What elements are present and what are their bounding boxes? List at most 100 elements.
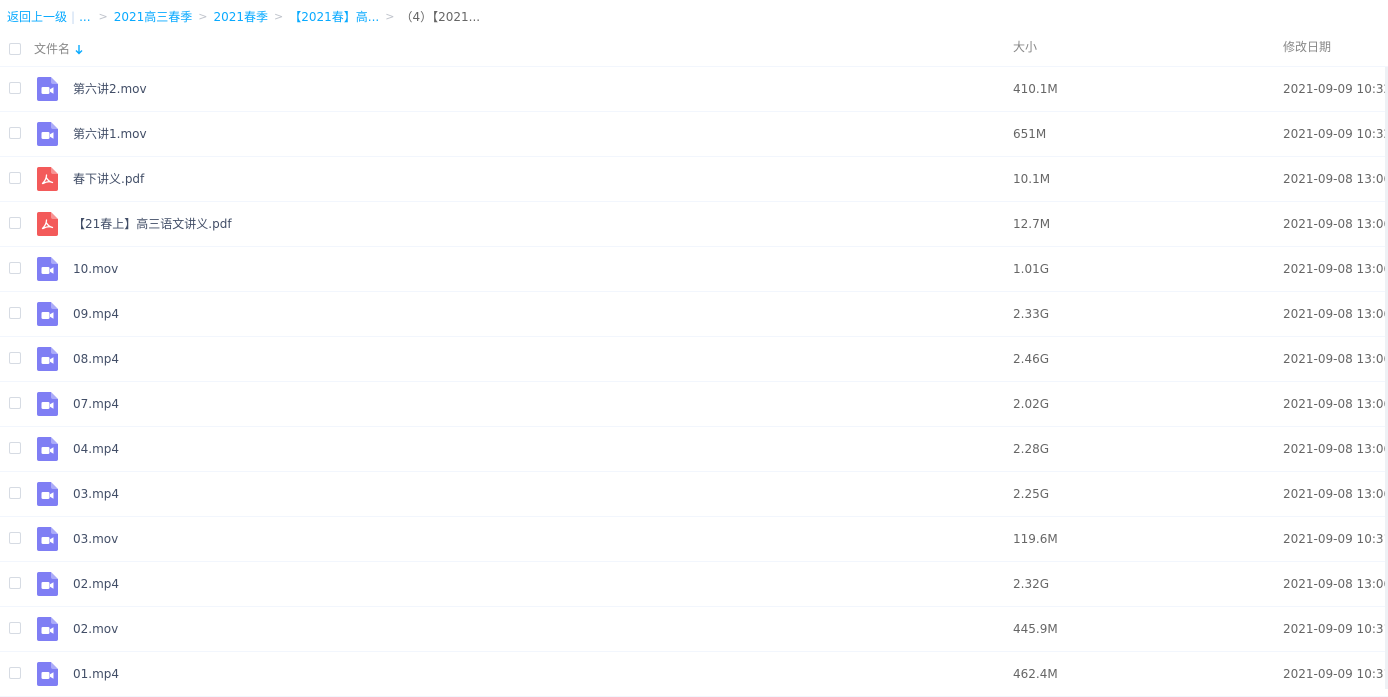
video-file-icon xyxy=(37,347,58,371)
row-checkbox[interactable] xyxy=(9,397,21,409)
row-checkbox[interactable] xyxy=(9,127,21,139)
file-name[interactable]: 第六讲2.mov xyxy=(73,67,147,111)
file-row[interactable]: 02.mov 445.9M 2021-09-09 10:31 xyxy=(0,607,1388,652)
file-name[interactable]: 07.mp4 xyxy=(73,382,119,426)
file-row[interactable]: 01.mp4 462.4M 2021-09-09 10:31 xyxy=(0,652,1388,697)
row-checkbox[interactable] xyxy=(9,577,21,589)
breadcrumb-item-2021-gaosan-chunji[interactable]: 2021高三春季 xyxy=(114,8,193,25)
chevron-right-icon: > xyxy=(385,10,395,23)
file-list: 第六讲2.mov 410.1M 2021-09-09 10:32 第六讲1.mov 65… xyxy=(0,67,1388,697)
file-size: 2.33G xyxy=(1013,307,1050,321)
file-row[interactable]: 第六讲1.mov 651M 2021-09-09 10:32 xyxy=(0,112,1388,157)
video-file-icon xyxy=(37,302,58,326)
file-size: 2.32G xyxy=(1013,577,1050,591)
file-name[interactable]: 02.mov xyxy=(73,607,118,651)
file-size: 12.7M xyxy=(1013,217,1051,231)
file-date: 2021-09-08 13:06 xyxy=(1283,577,1388,591)
file-name[interactable]: 09.mp4 xyxy=(73,292,119,336)
pdf-file-icon xyxy=(37,167,58,191)
video-file-icon xyxy=(37,122,58,146)
file-name[interactable]: 03.mov xyxy=(73,517,118,561)
file-row[interactable]: 第六讲2.mov 410.1M 2021-09-09 10:32 xyxy=(0,67,1388,112)
video-file-icon xyxy=(37,482,58,506)
file-size: 651M xyxy=(1013,127,1047,141)
file-date: 2021-09-08 13:06 xyxy=(1283,487,1388,501)
file-name[interactable]: 【21春上】高三语文讲义.pdf xyxy=(73,202,232,246)
file-date: 2021-09-09 10:32 xyxy=(1283,127,1388,141)
file-size: 2.46G xyxy=(1013,352,1050,366)
file-date: 2021-09-09 10:31 xyxy=(1283,622,1388,636)
row-checkbox[interactable] xyxy=(9,622,21,634)
file-size: 2.02G xyxy=(1013,397,1050,411)
file-name[interactable]: 03.mp4 xyxy=(73,472,119,516)
row-checkbox[interactable] xyxy=(9,487,21,499)
breadcrumb-current: （4）【2021... xyxy=(400,10,481,24)
chevron-right-icon: > xyxy=(198,10,208,23)
video-file-icon xyxy=(37,77,58,101)
file-date: 2021-09-09 10:31 xyxy=(1283,532,1388,546)
file-date: 2021-09-08 13:06 xyxy=(1283,397,1388,411)
file-name[interactable]: 春下讲义.pdf xyxy=(73,157,144,201)
video-file-icon xyxy=(37,392,58,416)
video-file-icon xyxy=(37,662,58,686)
arrow-down-icon[interactable] xyxy=(75,44,83,55)
file-row[interactable]: 07.mp4 2.02G 2021-09-08 13:06 xyxy=(0,382,1388,427)
file-date: 2021-09-08 13:06 xyxy=(1283,217,1388,231)
breadcrumb-item-2021-chunji[interactable]: 2021春季 xyxy=(214,8,269,25)
file-name[interactable]: 02.mp4 xyxy=(73,562,119,606)
file-row[interactable]: 04.mp4 2.28G 2021-09-08 13:06 xyxy=(0,427,1388,472)
video-file-icon xyxy=(37,527,58,551)
row-checkbox[interactable] xyxy=(9,172,21,184)
file-size: 410.1M xyxy=(1013,82,1058,96)
file-name[interactable]: 04.mp4 xyxy=(73,427,119,471)
column-header-name[interactable]: 文件名 xyxy=(34,33,83,66)
back-link[interactable]: 返回上一级 xyxy=(7,8,67,25)
chevron-right-icon: > xyxy=(274,10,284,23)
row-checkbox[interactable] xyxy=(9,442,21,454)
row-checkbox[interactable] xyxy=(9,262,21,274)
breadcrumb: 返回上一级 | ... > 2021高三春季 > 2021春季 > 【2021春… xyxy=(7,0,480,33)
row-checkbox[interactable] xyxy=(9,307,21,319)
file-size: 119.6M xyxy=(1013,532,1058,546)
file-row[interactable]: 03.mp4 2.25G 2021-09-08 13:06 xyxy=(0,472,1388,517)
row-checkbox[interactable] xyxy=(9,217,21,229)
file-date: 2021-09-08 13:06 xyxy=(1283,172,1388,186)
file-name[interactable]: 01.mp4 xyxy=(73,652,119,696)
column-header-date[interactable]: 修改日期 xyxy=(1283,33,1331,62)
chevron-right-icon: > xyxy=(98,10,108,23)
file-row[interactable]: 02.mp4 2.32G 2021-09-08 13:06 xyxy=(0,562,1388,607)
file-size: 2.25G xyxy=(1013,487,1050,501)
file-row[interactable]: 03.mov 119.6M 2021-09-09 10:31 xyxy=(0,517,1388,562)
row-checkbox[interactable] xyxy=(9,532,21,544)
file-size: 445.9M xyxy=(1013,622,1058,636)
video-file-icon xyxy=(37,437,58,461)
file-row[interactable]: 10.mov 1.01G 2021-09-08 13:06 xyxy=(0,247,1388,292)
video-file-icon xyxy=(37,617,58,641)
row-checkbox[interactable] xyxy=(9,82,21,94)
file-size: 10.1M xyxy=(1013,172,1051,186)
file-row[interactable]: 09.mp4 2.33G 2021-09-08 13:06 xyxy=(0,292,1388,337)
file-name[interactable]: 第六讲1.mov xyxy=(73,112,147,156)
breadcrumb-item-2021-chun-gao[interactable]: 【2021春】高... xyxy=(289,8,379,25)
file-date: 2021-09-09 10:31 xyxy=(1283,667,1388,681)
file-size: 2.28G xyxy=(1013,442,1050,456)
select-all-checkbox[interactable] xyxy=(9,43,21,55)
breadcrumb-separator: | xyxy=(71,9,76,24)
file-date: 2021-09-08 13:06 xyxy=(1283,262,1388,276)
column-header-name-label: 文件名 xyxy=(34,42,71,56)
file-date: 2021-09-08 13:06 xyxy=(1283,307,1388,321)
column-header-size[interactable]: 大小 xyxy=(1013,33,1037,62)
file-date: 2021-09-08 13:06 xyxy=(1283,352,1388,366)
file-name[interactable]: 08.mp4 xyxy=(73,337,119,381)
file-row[interactable]: 08.mp4 2.46G 2021-09-08 13:06 xyxy=(0,337,1388,382)
breadcrumb-ellipsis[interactable]: ... xyxy=(79,10,90,24)
file-row[interactable]: 【21春上】高三语文讲义.pdf 12.7M 2021-09-08 13:06 xyxy=(0,202,1388,247)
row-checkbox[interactable] xyxy=(9,352,21,364)
file-list-header: 文件名 大小 修改日期 xyxy=(0,33,1388,67)
row-checkbox[interactable] xyxy=(9,667,21,679)
file-size: 462.4M xyxy=(1013,667,1058,681)
video-file-icon xyxy=(37,572,58,596)
file-row[interactable]: 春下讲义.pdf 10.1M 2021-09-08 13:06 xyxy=(0,157,1388,202)
file-date: 2021-09-09 10:32 xyxy=(1283,82,1388,96)
file-name[interactable]: 10.mov xyxy=(73,247,118,291)
